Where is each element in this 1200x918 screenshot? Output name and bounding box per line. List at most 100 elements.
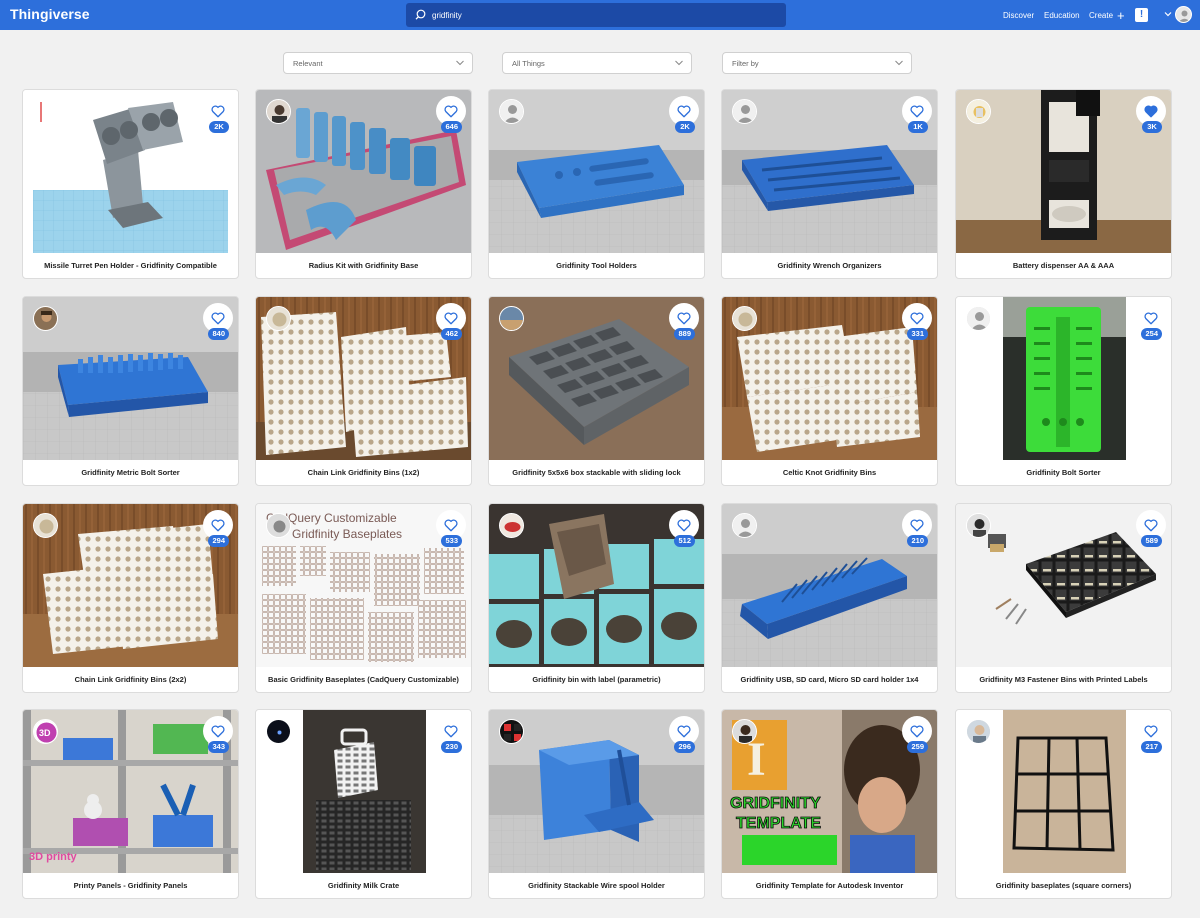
heart-icon — [444, 725, 458, 737]
thing-title[interactable]: Gridfinity baseplates (square corners) — [956, 873, 1171, 898]
creator-avatar[interactable]: 3D — [33, 719, 58, 744]
nav-discover-link[interactable]: Discover — [1003, 0, 1034, 30]
thing-card[interactable]: 296 Gridfinity Stackable Wire spool Hold… — [488, 709, 705, 899]
thing-card[interactable]: 230 Gridfinity Milk Crate — [255, 709, 472, 899]
like-count-badge: 1K — [908, 121, 928, 133]
creator-avatar[interactable] — [732, 306, 757, 331]
thing-card[interactable]: 3D printy 3D 343 Printy Panels - Gridfin… — [22, 709, 239, 899]
thing-card[interactable]: 2K Missile Turret Pen Holder - Gridfinit… — [22, 89, 239, 279]
thing-title[interactable]: Gridfinity Tool Holders — [489, 253, 704, 278]
thing-card[interactable]: 294 Chain Link Gridfinity Bins (2x2) — [22, 503, 239, 693]
creator-avatar[interactable] — [966, 513, 991, 538]
heart-icon — [211, 312, 225, 324]
filter-by-dropdown[interactable]: Filter by — [722, 52, 912, 74]
like-count-badge: 3K — [1142, 121, 1162, 133]
default-avatar-icon — [1176, 7, 1191, 22]
thing-title[interactable]: Radius Kit with Gridfinity Base — [256, 253, 471, 278]
creator-avatar[interactable] — [33, 306, 58, 331]
thing-card[interactable]: 331 Celtic Knot Gridfinity Bins — [721, 296, 938, 486]
creator-avatar[interactable] — [732, 719, 757, 744]
cadquery-heading-line2: Gridfinity Baseplates — [292, 527, 402, 541]
thing-title[interactable]: Gridfinity Template for Autodesk Invento… — [722, 873, 937, 898]
thing-card[interactable]: 254 Gridfinity Bolt Sorter — [955, 296, 1172, 486]
type-dropdown-value: All Things — [512, 58, 545, 68]
search-input[interactable]: gridfinity — [432, 11, 462, 20]
thing-title[interactable]: Gridfinity Stackable Wire spool Holder — [489, 873, 704, 898]
creator-avatar[interactable] — [732, 99, 757, 124]
heart-icon — [910, 725, 924, 737]
heart-icon — [910, 519, 924, 531]
creator-avatar[interactable] — [966, 306, 991, 331]
nav-create-label: Create — [1089, 10, 1114, 20]
like-count-badge: 840 — [208, 328, 229, 340]
creator-avatar[interactable] — [266, 513, 291, 538]
thing-title[interactable]: Basic Gridfinity Baseplates (CadQuery Cu… — [256, 667, 471, 692]
thing-title[interactable]: Celtic Knot Gridfinity Bins — [722, 460, 937, 485]
thing-title[interactable]: Gridfinity Metric Bolt Sorter — [23, 460, 238, 485]
thing-card[interactable]: 3K Battery dispenser AA & AAA — [955, 89, 1172, 279]
thing-card[interactable]: 840 Gridfinity Metric Bolt Sorter — [22, 296, 239, 486]
user-avatar[interactable] — [1175, 6, 1192, 23]
thing-card[interactable]: I GRIDFINITY TEMPLATE 259 Gridfinity Tem… — [721, 709, 938, 899]
like-count-badge: 462 — [441, 328, 462, 340]
creator-avatar[interactable] — [499, 719, 524, 744]
thing-card[interactable]: 589 Gridfinity M3 Fastener Bins with Pri… — [955, 503, 1172, 693]
heart-icon — [211, 105, 225, 117]
nav-education-link[interactable]: Education — [1044, 0, 1080, 30]
thing-title[interactable]: Gridfinity USB, SD card, Micro SD card h… — [722, 667, 937, 692]
thing-title[interactable]: Gridfinity M3 Fastener Bins with Printed… — [956, 667, 1171, 692]
thingiverse-logo[interactable]: Thingiverse — [10, 6, 90, 22]
creator-avatar[interactable] — [499, 99, 524, 124]
thing-card[interactable]: 2K Gridfinity Tool Holders — [488, 89, 705, 279]
chevron-down-icon — [895, 60, 903, 66]
heart-icon — [1144, 725, 1158, 737]
creator-avatar[interactable] — [266, 99, 291, 124]
thing-card[interactable]: CadQuery Customizable Gridfinity Basepla… — [255, 503, 472, 693]
like-count-badge: 2K — [209, 121, 229, 133]
thing-title[interactable]: Gridfinity Wrench Organizers — [722, 253, 937, 278]
like-count-badge: 210 — [907, 535, 928, 547]
thing-title[interactable]: Chain Link Gridfinity Bins (1x2) — [256, 460, 471, 485]
like-count-badge: 296 — [674, 741, 695, 753]
thing-title[interactable]: Gridfinity 5x5x6 box stackable with slid… — [489, 460, 704, 485]
type-dropdown[interactable]: All Things — [502, 52, 692, 74]
thing-card[interactable]: 462 Chain Link Gridfinity Bins (1x2) — [255, 296, 472, 486]
creator-avatar[interactable] — [33, 513, 58, 538]
thing-card[interactable]: 210 Gridfinity USB, SD card, Micro SD ca… — [721, 503, 938, 693]
chevron-down-icon — [675, 60, 683, 66]
creator-avatar[interactable] — [499, 513, 524, 538]
search-bar[interactable]: gridfinity — [406, 3, 786, 27]
creator-avatar[interactable] — [966, 99, 991, 124]
creator-avatar[interactable] — [732, 513, 757, 538]
thing-title[interactable]: Chain Link Gridfinity Bins (2x2) — [23, 667, 238, 692]
thing-title[interactable]: Missile Turret Pen Holder - Gridfinity C… — [23, 253, 238, 278]
sort-dropdown-value: Relevant — [293, 58, 323, 68]
sort-dropdown[interactable]: Relevant — [283, 52, 473, 74]
thing-title[interactable]: Gridfinity Bolt Sorter — [956, 460, 1171, 485]
template-line2: TEMPLATE — [736, 815, 821, 832]
chevron-down-icon — [456, 60, 464, 66]
svg-text:3D: 3D — [39, 728, 51, 738]
like-count-badge: 331 — [907, 328, 928, 340]
heart-filled-icon — [1144, 105, 1158, 117]
thing-card[interactable]: 1K Gridfinity Wrench Organizers — [721, 89, 938, 279]
thing-card[interactable]: 512 Gridfinity bin with label (parametri… — [488, 503, 705, 693]
creator-avatar[interactable] — [966, 719, 991, 744]
like-count-badge: 2K — [675, 121, 695, 133]
thing-card[interactable]: 889 Gridfinity 5x5x6 box stackable with … — [488, 296, 705, 486]
creator-avatar[interactable] — [266, 306, 291, 331]
creator-avatar[interactable] — [499, 306, 524, 331]
thing-title[interactable]: Printy Panels - Gridfinity Panels — [23, 873, 238, 898]
nav-create-menu[interactable]: Create + — [1089, 0, 1125, 30]
thing-card[interactable]: 646 Radius Kit with Gridfinity Base — [255, 89, 472, 279]
thing-title[interactable]: Gridfinity bin with label (parametric) — [489, 667, 704, 692]
thing-title[interactable]: Battery dispenser AA & AAA — [956, 253, 1171, 278]
chevron-down-icon[interactable] — [1164, 10, 1172, 18]
heart-icon — [677, 519, 691, 531]
heart-icon — [910, 105, 924, 117]
creator-avatar[interactable] — [266, 719, 291, 744]
thing-card[interactable]: 217 Gridfinity baseplates (square corner… — [955, 709, 1172, 899]
heart-icon — [444, 519, 458, 531]
thing-title[interactable]: Gridfinity Milk Crate — [256, 873, 471, 898]
notifications-icon[interactable]: ! — [1135, 8, 1148, 22]
